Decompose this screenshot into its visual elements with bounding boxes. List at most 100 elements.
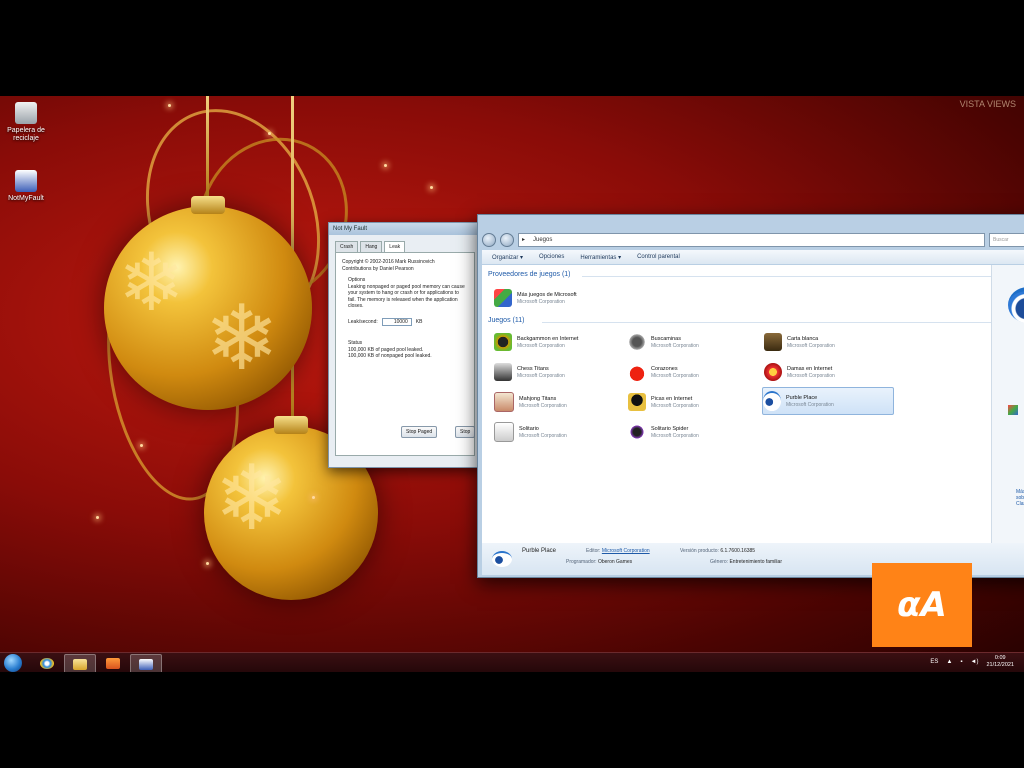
desktop-icon-label: Papelera de reciclaje (7, 127, 45, 142)
watermark-logo: VISTA VIEWS (960, 100, 1016, 109)
game-item[interactable]: Corazones Microsoft Corporation (628, 359, 758, 385)
tab-crash[interactable]: Crash (335, 241, 359, 252)
details-editor-row: Editor: Microsoft Corporation (586, 548, 650, 554)
game-publisher: Microsoft Corporation (651, 402, 699, 409)
notmyfault-app-icon (15, 170, 37, 192)
desktop-icon-notmyfault[interactable]: NotMyFault (0, 170, 52, 203)
purble-place-preview-icon (1008, 287, 1024, 323)
game-item[interactable]: Solitario Microsoft Corporation (494, 419, 624, 445)
network-icon[interactable]: ▪ (960, 659, 962, 665)
group-divider (582, 276, 998, 277)
rating-link[interactable]: Más sobre Clasificación (1016, 489, 1024, 507)
options-button[interactable]: Opciones (539, 254, 564, 260)
developer-value: Oberon Games (597, 559, 633, 565)
search-input[interactable]: Buscar (989, 233, 1024, 247)
notmyfault-taskbar-icon (139, 658, 153, 670)
games-content: Proveedores de juegos (1) Más juegos de … (482, 265, 1024, 543)
game-name: Purble Place (786, 394, 818, 401)
game-item[interactable]: Damas en Internet Microsoft Corporation (764, 359, 894, 385)
tab-leak[interactable]: Leak (384, 241, 406, 252)
tray-arrow-icon[interactable]: ▲ (946, 659, 952, 665)
game-item[interactable]: Picas en Internet Microsoft Corporation (628, 389, 758, 415)
folder-icon (73, 658, 87, 670)
game-item[interactable]: Backgammon en Internet Microsoft Corporat… (494, 329, 624, 355)
clock[interactable]: 0:09 21/12/2021 (986, 655, 1014, 669)
freecell-icon (764, 333, 782, 351)
game-name: Solitario Spider (651, 425, 689, 432)
navigation-bar: ▸ Juegos Buscar (482, 233, 1024, 247)
command-bar: Organizar ▾ Opciones Herramientas ▾ Cont… (482, 250, 1024, 264)
game-publisher: Microsoft Corporation (517, 372, 565, 379)
organize-menu[interactable]: Organizar ▾ (492, 254, 523, 261)
volume-icon[interactable]: ◄) (971, 659, 979, 665)
group-header-games[interactable]: Juegos (11) (488, 317, 524, 324)
address-text: Juegos (533, 237, 553, 243)
tools-menu[interactable]: Herramientas ▾ (580, 254, 621, 261)
notmyfault-window: Not My Fault Crash Hang Leak Copyright ©… (328, 222, 482, 468)
game-item[interactable]: Solitario Spider Microsoft Corporation (628, 419, 758, 445)
game-name: Backgammon en Internet (517, 335, 579, 342)
channel-logo: αA (872, 563, 972, 647)
game-publisher: Microsoft Corporation (651, 432, 699, 439)
recycle-bin-icon (15, 102, 37, 124)
system-tray: ES ▲ ▪ ◄) 0:09 21/12/2021 (930, 655, 1014, 669)
leak-rate-input[interactable]: 10000 (381, 317, 412, 326)
game-name: Mahjong Titans (519, 395, 557, 402)
clock-time: 0:09 (994, 655, 1006, 661)
game-name: Solitario (519, 425, 539, 432)
address-bar[interactable]: ▸ Juegos (518, 233, 985, 247)
language-indicator[interactable]: ES (930, 659, 938, 665)
game-publisher: Microsoft Corporation (519, 402, 567, 409)
editor-link[interactable]: Microsoft Corporation (602, 548, 650, 554)
back-button[interactable] (482, 233, 496, 247)
taskbar-notmyfault[interactable] (130, 654, 162, 674)
group-divider (542, 322, 998, 323)
window-title: Not My Fault (329, 223, 481, 235)
gold-ornament-large: ❄ ❄ (104, 196, 312, 410)
backgammon-icon (494, 333, 512, 351)
game-name: Más juegos de Microsoft (517, 291, 577, 298)
stop-paged-button[interactable]: Stop Paged (401, 426, 438, 438)
desktop-icon-label: NotMyFault (8, 195, 44, 202)
leak-rate-row: Leak/second: 10000 KB (348, 317, 468, 326)
clock-date: 21/12/2021 (986, 662, 1014, 668)
provider-item[interactable]: Más juegos de Microsoft Microsoft Corpora… (494, 285, 624, 311)
taskbar-explorer[interactable] (64, 654, 96, 674)
game-publisher: Microsoft Corporation (651, 372, 699, 379)
preview-pane: Más sobre Clasificación (991, 265, 1024, 543)
game-publisher: Microsoft Corporation (519, 432, 567, 439)
forward-button[interactable] (500, 233, 514, 247)
leak-rate-label: Leak/second: (348, 318, 378, 325)
game-item[interactable]: Mahjong Titans Microsoft Corporation (494, 389, 624, 415)
taskbar-ie[interactable] (32, 654, 62, 672)
status-nonpaged-text: 100,000 KB of nonpaged pool leaked. (348, 353, 432, 359)
stop-nonpaged-button[interactable]: Stop (455, 426, 476, 438)
game-item[interactable]: Buscaminas Microsoft Corporation (628, 329, 758, 355)
desktop-icon-recycle-bin[interactable]: Papelera de reciclaje (0, 102, 52, 143)
ornament-string (206, 96, 209, 196)
taskbar-media-player[interactable] (98, 654, 128, 672)
game-publisher: Microsoft Corporation (787, 372, 835, 379)
editor-label: Editor: (586, 548, 601, 554)
folder-icon: ▸ (522, 237, 526, 243)
tab-hang[interactable]: Hang (360, 241, 383, 252)
chess-icon (494, 363, 512, 381)
minesweeper-icon (628, 333, 646, 351)
group-header-providers[interactable]: Proveedores de juegos (1) (488, 271, 571, 278)
genre-value: Entretenimiento familiar (729, 559, 782, 565)
game-name: Chess Titans (517, 365, 549, 372)
parental-control-button[interactable]: Control parental (637, 254, 680, 260)
game-item[interactable]: Carta blanca Microsoft Corporation (764, 329, 894, 355)
details-version-row: Versión producto: 6.1.7600.16385 (680, 548, 755, 554)
details-genre-row: Género: Entretenimiento familiar (710, 559, 782, 565)
solitaire-icon (494, 422, 514, 442)
developer-label: Programador: (566, 559, 597, 565)
purble-place-icon (763, 391, 781, 411)
start-button[interactable] (4, 654, 22, 672)
watermark-text: VISTA VIEWS (959, 99, 1016, 109)
game-name: Carta blanca (787, 335, 819, 342)
game-item[interactable]: Chess Titans Microsoft Corporation (494, 359, 624, 385)
game-publisher: Microsoft Corporation (517, 298, 565, 305)
game-item-selected[interactable]: Purble Place Microsoft Corporation (762, 387, 894, 415)
purble-place-small-icon (492, 551, 512, 567)
